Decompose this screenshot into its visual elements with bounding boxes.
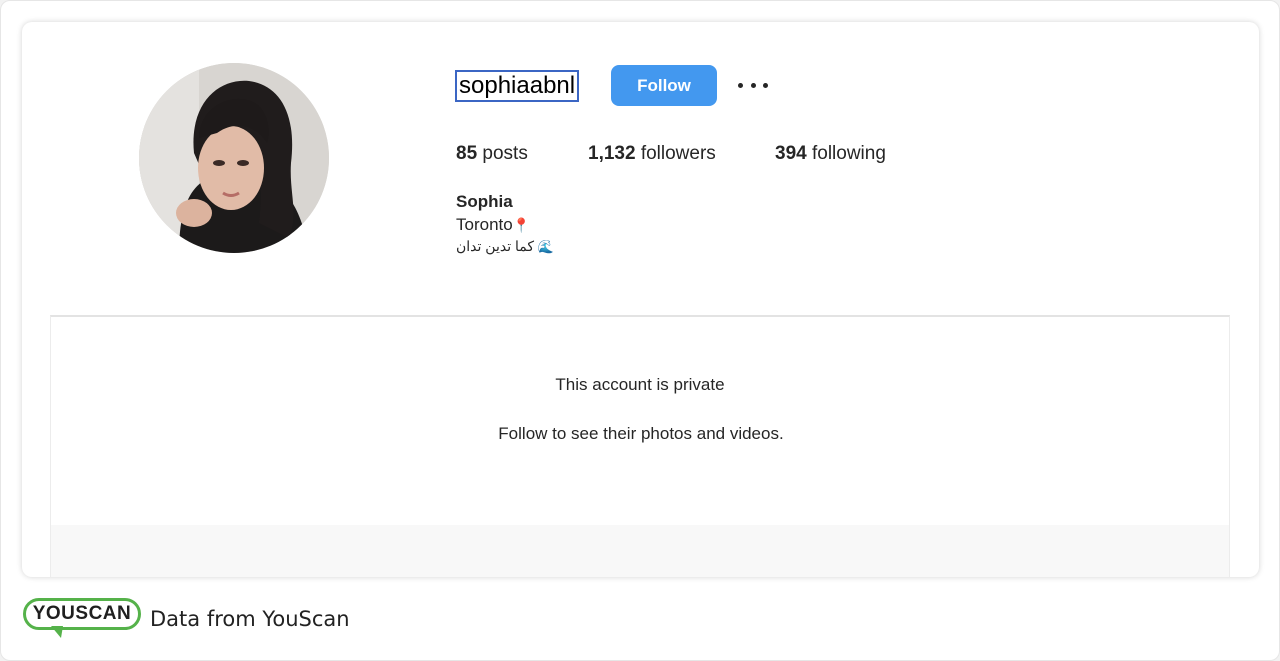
profile-card: sophiaabnl Follow 85 posts 1,132 followe… <box>22 22 1259 577</box>
private-subtitle: Follow to see their photos and videos. <box>498 424 784 443</box>
posts-label: posts <box>477 143 528 164</box>
following-label: following <box>806 143 886 164</box>
followers-number: 1,132 <box>588 143 636 164</box>
pin-icon: 📍 <box>512 217 531 233</box>
bio-location: Toronto📍 <box>456 215 530 235</box>
following-number: 394 <box>775 143 807 164</box>
following-link[interactable]: 394 following <box>775 143 886 165</box>
dot <box>738 82 743 88</box>
bio-name: Sophia <box>456 192 513 211</box>
posts-count: 85 posts <box>456 143 528 165</box>
footer-text: Data from YouScan <box>150 607 350 631</box>
follow-button[interactable]: Follow <box>611 65 717 106</box>
bio-line-text: كما تدين تدان <box>456 238 535 254</box>
followers-link[interactable]: 1,132 followers <box>588 143 716 165</box>
wave-icon: 🌊 <box>537 239 555 254</box>
private-account-notice: This account is private Follow to see th… <box>50 315 1230 577</box>
avatar[interactable] <box>139 63 329 253</box>
followers-label: followers <box>635 143 716 164</box>
speech-tail-icon <box>51 626 63 638</box>
youscan-logo-text: YOUSCAN <box>23 598 141 630</box>
youscan-logo: YOUSCAN <box>23 596 143 642</box>
screenshot-frame: sophiaabnl Follow 85 posts 1,132 followe… <box>0 0 1280 661</box>
private-footer-area <box>51 525 1229 577</box>
bio-location-text: Toronto <box>456 215 513 234</box>
private-title: This account is private <box>555 375 725 394</box>
avatar-photo <box>139 63 329 253</box>
posts-number: 85 <box>456 143 478 164</box>
username[interactable]: sophiaabnl <box>455 70 580 102</box>
footer: YOUSCAN Data from YouScan <box>23 596 350 642</box>
more-options-icon[interactable] <box>738 78 768 92</box>
bio-line: كما تدين تدان 🌊 <box>456 238 554 255</box>
dot <box>763 82 768 88</box>
dot <box>750 82 756 88</box>
